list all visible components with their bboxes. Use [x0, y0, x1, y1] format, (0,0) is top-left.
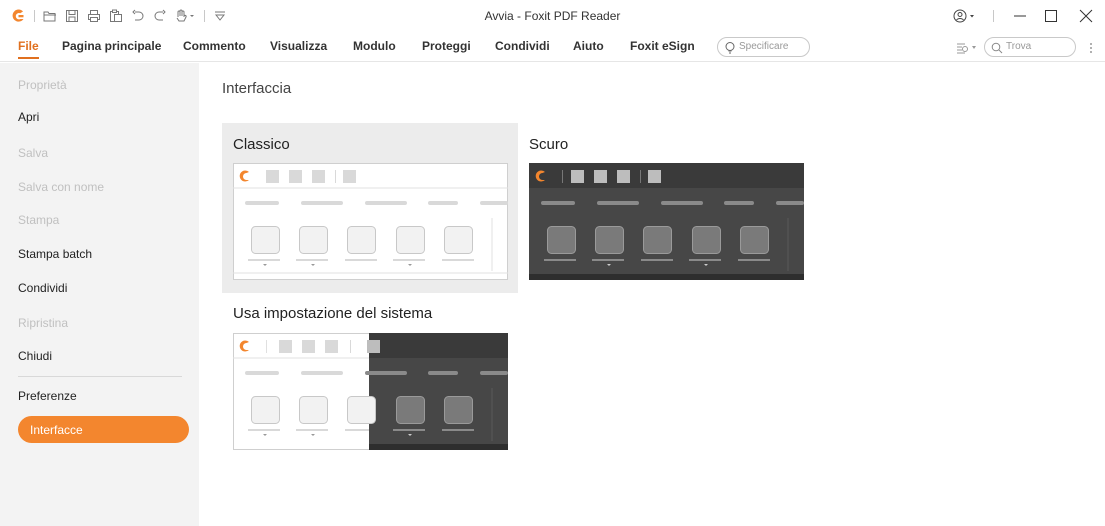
save-icon[interactable] — [64, 8, 80, 24]
paste-icon[interactable] — [108, 8, 124, 24]
tab-condividi[interactable]: Condividi — [495, 39, 550, 53]
theme-option-label: Usa impostazione del sistema — [233, 305, 433, 322]
account-icon[interactable] — [950, 4, 984, 28]
minimize-icon[interactable] — [1005, 4, 1035, 28]
sidebar-item-proprieta[interactable]: Proprietà — [18, 78, 67, 92]
tab-file[interactable]: File — [18, 39, 39, 59]
undo-icon[interactable] — [130, 8, 146, 24]
sidebar-item-stampa[interactable]: Stampa — [18, 213, 59, 227]
sidebar-item-chiudi[interactable]: Chiudi — [18, 349, 52, 363]
hand-tool-icon[interactable] — [174, 8, 198, 24]
theme-option-label: Classico — [233, 136, 290, 153]
toolbar-separator — [993, 10, 994, 22]
sidebar-item-ripristina[interactable]: Ripristina — [18, 316, 68, 330]
foxit-logo-icon — [10, 8, 26, 24]
theme-option-sistema[interactable]: Usa impostazione del sistema — [222, 293, 518, 463]
more-options-icon[interactable] — [1088, 40, 1094, 56]
tell-me-input[interactable]: Specificare — [717, 37, 810, 57]
theme-option-classico[interactable]: Classico — [222, 123, 518, 293]
redo-icon[interactable] — [152, 8, 168, 24]
title-bar: Avvia - Foxit PDF Reader — [0, 0, 1105, 32]
toolbar-separator — [34, 10, 35, 22]
tab-modulo[interactable]: Modulo — [353, 39, 396, 53]
sidebar-item-label: Interfacce — [30, 423, 83, 437]
file-menu-sidebar: Proprietà Apri Salva Salva con nome Stam… — [0, 63, 199, 526]
search-icon — [991, 42, 1003, 54]
find-options-icon[interactable] — [956, 41, 982, 55]
ribbon-tabs: File Pagina principale Commento Visualiz… — [0, 32, 1105, 62]
open-icon[interactable] — [42, 8, 58, 24]
find-placeholder: Trova — [1006, 41, 1032, 52]
sidebar-item-interfacce[interactable]: Interfacce — [18, 416, 189, 443]
toolbar-separator — [204, 10, 205, 22]
sidebar-item-apri[interactable]: Apri — [18, 110, 39, 124]
theme-option-scuro[interactable]: Scuro — [518, 123, 808, 293]
sidebar-divider — [18, 376, 182, 377]
tab-proteggi[interactable]: Proteggi — [422, 39, 471, 53]
sidebar-item-salva-con-nome[interactable]: Salva con nome — [18, 180, 104, 194]
close-icon[interactable] — [1071, 4, 1101, 28]
dark-theme-preview — [529, 163, 804, 280]
tab-visualizza[interactable]: Visualizza — [270, 39, 327, 53]
lightbulb-icon — [725, 42, 735, 54]
print-icon[interactable] — [86, 8, 102, 24]
sidebar-item-condividi[interactable]: Condividi — [18, 281, 67, 295]
tab-aiuto[interactable]: Aiuto — [573, 39, 604, 53]
customize-icon[interactable] — [212, 8, 228, 24]
tab-pagina-principale[interactable]: Pagina principale — [62, 39, 161, 53]
tab-foxit-esign[interactable]: Foxit eSign — [630, 39, 695, 53]
tell-me-placeholder: Specificare — [739, 41, 789, 52]
system-theme-preview — [233, 333, 508, 450]
find-input[interactable]: Trova — [984, 37, 1076, 57]
theme-option-label: Scuro — [529, 136, 569, 153]
classic-theme-preview — [233, 163, 508, 280]
sidebar-item-salva[interactable]: Salva — [18, 146, 48, 160]
sidebar-item-preferenze[interactable]: Preferenze — [18, 389, 77, 403]
sidebar-item-stampa-batch[interactable]: Stampa batch — [18, 247, 92, 261]
maximize-icon[interactable] — [1036, 4, 1066, 28]
page-title: Interfaccia — [222, 80, 292, 97]
tab-commento[interactable]: Commento — [183, 39, 246, 53]
